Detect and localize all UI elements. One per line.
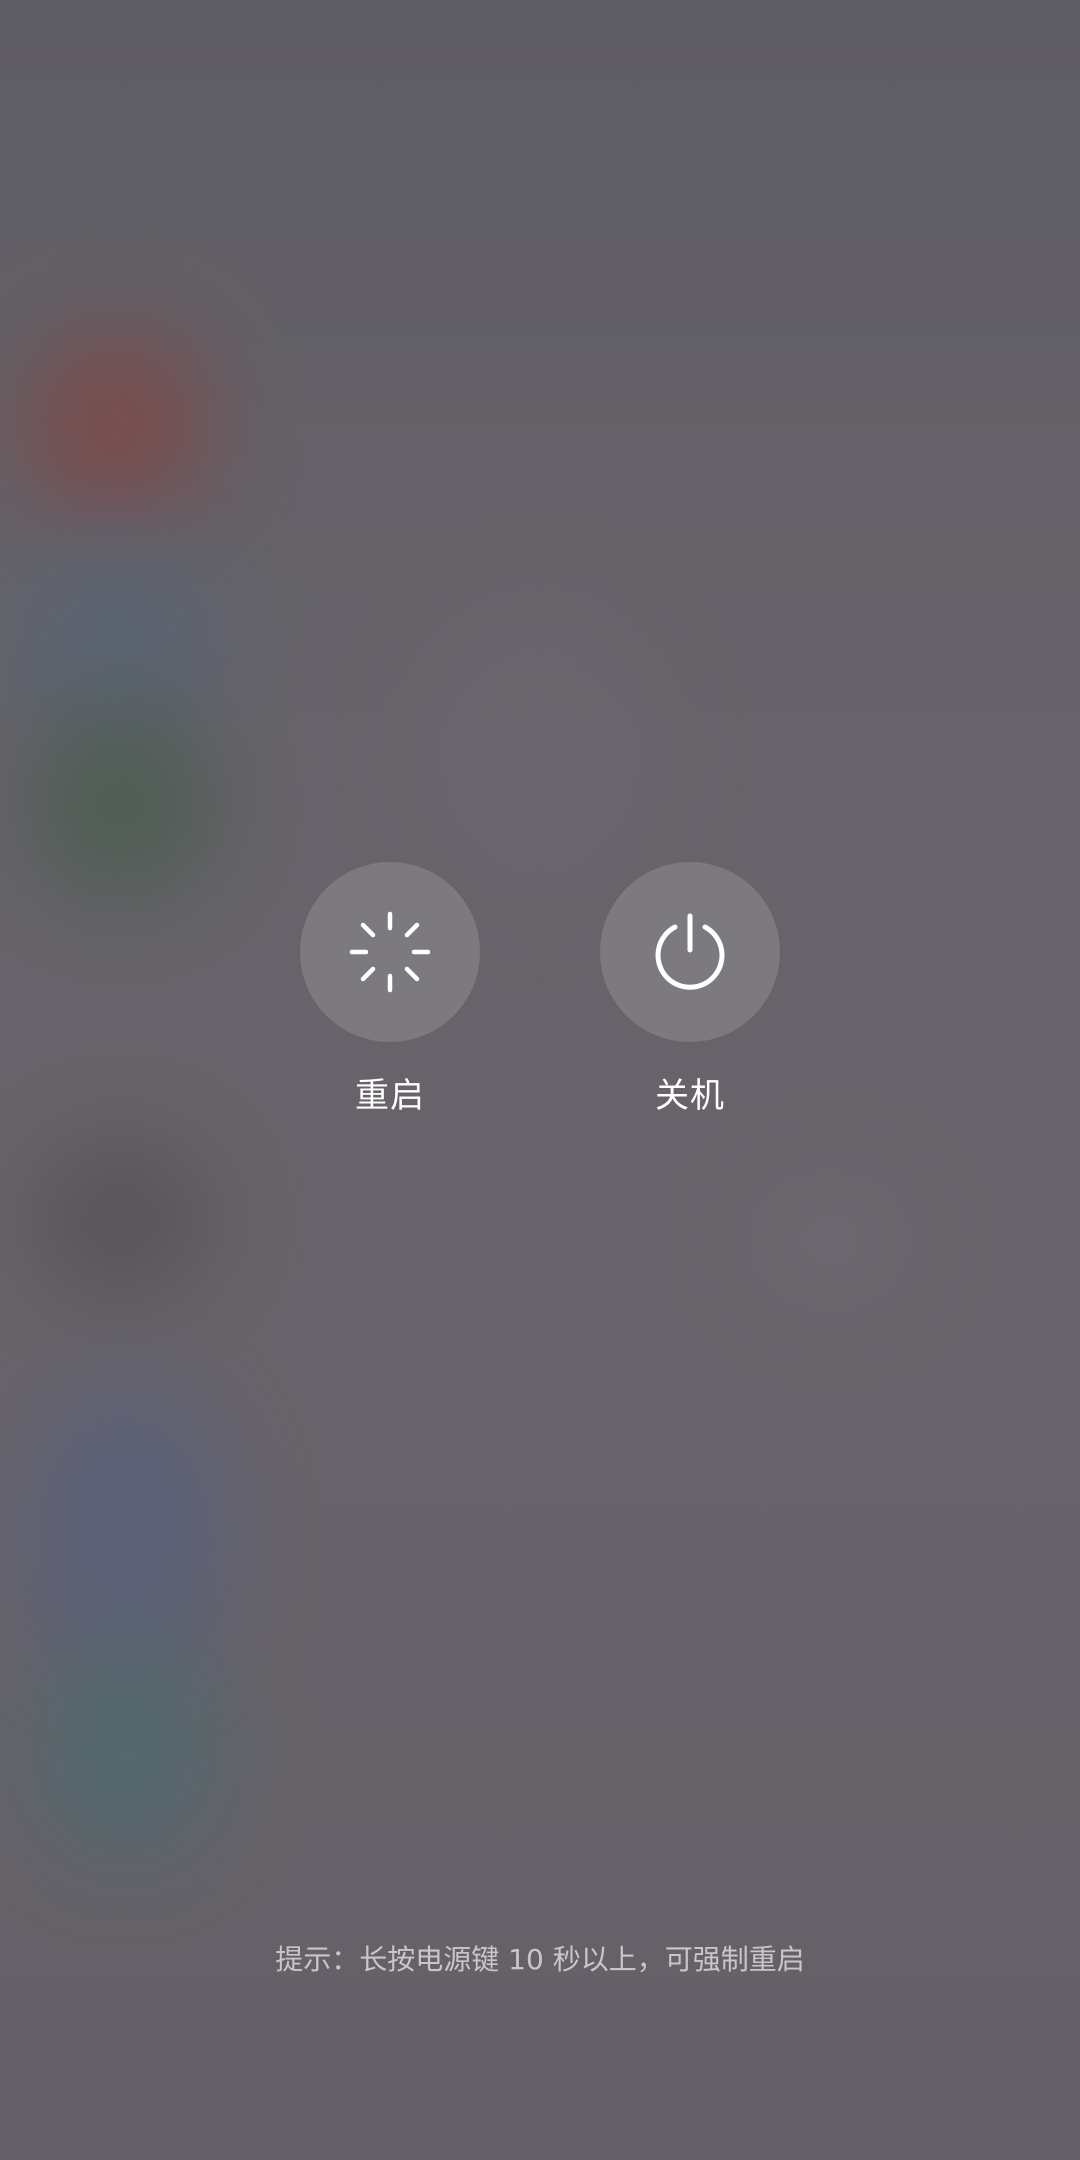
- blurred-app-icon: [20, 1380, 230, 1680]
- power-off-button[interactable]: 关机: [590, 862, 790, 1117]
- restart-button[interactable]: 重启: [290, 862, 490, 1117]
- blurred-app-icon: [20, 330, 210, 520]
- force-restart-hint: 提示：长按电源键 10 秒以上，可强制重启: [275, 1943, 805, 1976]
- blurred-content-area: [750, 1180, 910, 1300]
- restart-label[interactable]: 重启: [355, 1068, 425, 1117]
- blurred-app-icon: [30, 1640, 220, 1860]
- power-icon: [655, 913, 725, 990]
- power-off-label[interactable]: 关机: [655, 1068, 725, 1117]
- restart-spinner-icon: [349, 911, 431, 993]
- restart-button-circle[interactable]: [300, 862, 480, 1042]
- power-off-button-circle[interactable]: [600, 862, 780, 1042]
- power-menu: 重启 关机: [0, 862, 1080, 1122]
- blurred-content-area: [420, 600, 660, 900]
- blurred-app-icon: [30, 1140, 210, 1300]
